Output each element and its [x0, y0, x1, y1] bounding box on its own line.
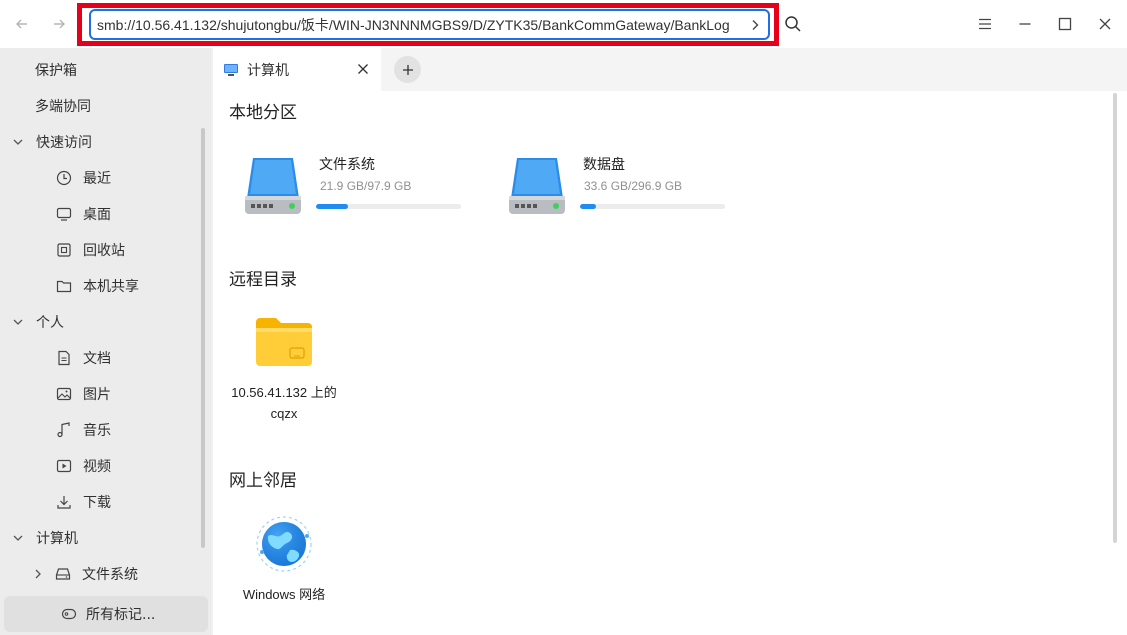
remote-folder-item[interactable]: 10.56.41.132 上的 cqzx	[229, 316, 339, 424]
sidebar-item-label: 所有标记...	[86, 607, 156, 623]
globe-icon	[256, 516, 312, 572]
close-icon	[1099, 18, 1111, 30]
sidebar-group-label: 个人	[36, 315, 64, 331]
maximize-button[interactable]	[1053, 12, 1077, 36]
sidebar-group-personal[interactable]: 个人	[10, 304, 210, 340]
drive-item[interactable]: 数据盘 33.6 GB/296.9 GB	[507, 154, 767, 226]
hamburger-menu-icon	[979, 18, 991, 30]
maximize-icon	[1058, 17, 1072, 31]
drive-usage-bar	[316, 204, 461, 209]
drive-usage-fill	[580, 204, 597, 209]
sidebar-item-label: 下载	[83, 495, 111, 511]
tab-computer[interactable]: 计算机	[213, 48, 381, 91]
folder-icon	[55, 277, 73, 295]
sidebar-item-label: 文件系统	[82, 567, 138, 583]
section-title-remote: 远程目录	[229, 270, 297, 290]
address-input[interactable]: smb://10.56.41.132/shujutongbu/饭卡/WIN-JN…	[97, 15, 742, 35]
forward-button[interactable]	[47, 12, 71, 36]
sidebar-item-label: 保护箱	[35, 63, 77, 79]
chevron-down-icon[interactable]	[10, 134, 26, 150]
sidebar-item-label: 本机共享	[83, 279, 139, 295]
sidebar-item-all-tags[interactable]: 所有标记...	[4, 596, 208, 632]
drive-name: 文件系统	[319, 157, 375, 173]
tab-label: 计算机	[247, 62, 289, 79]
chevron-down-icon[interactable]	[10, 530, 26, 546]
title-bar: smb://10.56.41.132/shujutongbu/饭卡/WIN-JN…	[0, 0, 1127, 48]
chevron-right-icon	[752, 19, 759, 30]
sidebar-scrollbar[interactable]	[201, 128, 205, 548]
address-go-button[interactable]	[742, 12, 768, 38]
arrow-right-icon	[54, 19, 65, 29]
drive-size: 21.9 GB/97.9 GB	[320, 179, 412, 193]
sidebar-item-label: 图片	[83, 387, 111, 403]
plus-icon	[402, 64, 413, 75]
chevron-right-icon[interactable]	[30, 566, 46, 582]
clock-icon	[55, 169, 73, 187]
main-content: 计算机 本地分区 文件系统 21.9 GB/97.9 GB 数据盘 33.6 G…	[213, 48, 1127, 635]
sidebar-group-computer[interactable]: 计算机	[10, 520, 210, 556]
minimize-button[interactable]	[1013, 12, 1037, 36]
sidebar: 保护箱 多端协同 快速访问 最近 桌面 回收站 本机共享 个人 文档 图片 音乐…	[0, 48, 211, 635]
sidebar-item-label: 文档	[83, 351, 111, 367]
computer-icon	[224, 63, 238, 76]
sidebar-item-label: 最近	[83, 171, 111, 187]
close-window-button[interactable]	[1093, 12, 1117, 36]
search-button[interactable]	[781, 12, 805, 36]
arrow-left-icon	[16, 19, 27, 29]
drive-usage-bar	[580, 204, 725, 209]
tag-icon	[60, 605, 78, 623]
drive-usage-fill	[316, 204, 349, 209]
sidebar-item-label: 多端协同	[35, 99, 91, 115]
sidebar-group-label: 计算机	[36, 531, 78, 547]
tab-bar: 计算机	[213, 48, 1127, 91]
sidebar-group-label: 快速访问	[36, 135, 92, 151]
search-icon	[785, 16, 801, 32]
sidebar-item-label: 回收站	[83, 243, 125, 259]
video-icon	[55, 457, 73, 475]
sidebar-item-filesystem[interactable]: 文件系统	[30, 556, 230, 592]
hard-drive-icon	[509, 158, 565, 214]
minimize-icon	[1019, 23, 1031, 25]
back-button[interactable]	[10, 12, 34, 36]
remote-folder-label: 10.56.41.132 上的 cqzx	[231, 385, 337, 421]
section-title-local: 本地分区	[229, 103, 297, 123]
menu-button[interactable]	[973, 12, 997, 36]
music-icon	[55, 421, 73, 439]
sidebar-group-quick-access[interactable]: 快速访问	[10, 124, 210, 160]
sidebar-item-label: 音乐	[83, 423, 111, 439]
address-bar[interactable]: smb://10.56.41.132/shujutongbu/饭卡/WIN-JN…	[89, 9, 770, 40]
chevron-down-icon[interactable]	[10, 314, 26, 330]
sidebar-item-vault[interactable]: 保护箱	[35, 52, 235, 88]
drive-icon	[54, 565, 72, 583]
download-icon	[55, 493, 73, 511]
trash-icon	[55, 241, 73, 259]
desktop-icon	[55, 205, 73, 223]
network-item-windows[interactable]: Windows 网络	[229, 514, 339, 605]
drive-size: 33.6 GB/296.9 GB	[584, 179, 683, 193]
sidebar-item-label: 视频	[83, 459, 111, 475]
drive-name: 数据盘	[583, 157, 625, 173]
sidebar-item-sync[interactable]: 多端协同	[35, 88, 235, 124]
picture-icon	[55, 385, 73, 403]
new-tab-button[interactable]	[394, 56, 421, 83]
section-title-network: 网上邻居	[229, 471, 297, 491]
sidebar-item-label: 桌面	[83, 207, 111, 223]
close-icon	[358, 64, 368, 74]
network-folder-icon	[256, 318, 312, 366]
document-icon	[55, 349, 73, 367]
network-item-label: Windows 网络	[242, 587, 326, 602]
hard-drive-icon	[245, 158, 301, 214]
drive-item[interactable]: 文件系统 21.9 GB/97.9 GB	[243, 154, 503, 226]
tab-close-button[interactable]	[355, 61, 371, 77]
main-scrollbar[interactable]	[1113, 93, 1117, 543]
